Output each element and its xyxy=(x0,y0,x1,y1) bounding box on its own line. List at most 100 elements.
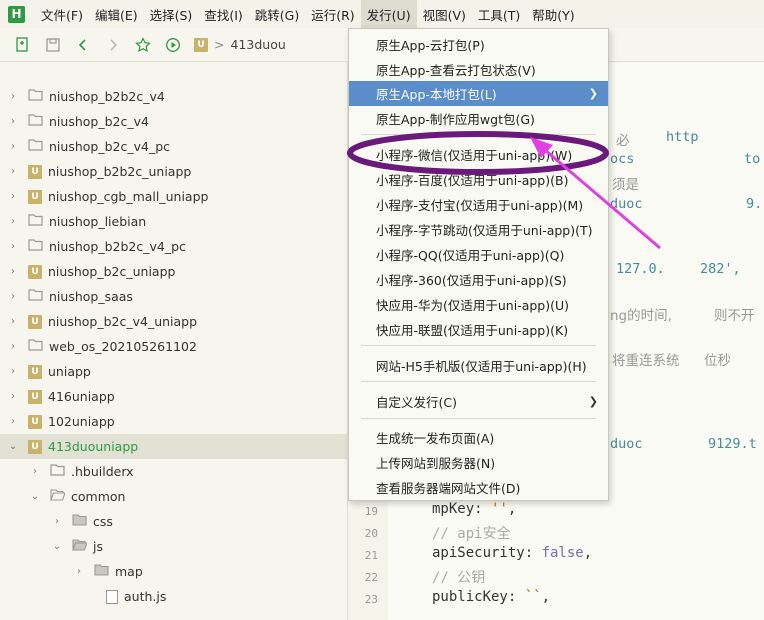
menu-item-quickapp-union[interactable]: 快应用-联盟(仅适用于uni-app)(K) xyxy=(349,317,608,342)
chevron-right-icon[interactable]: › xyxy=(52,516,62,527)
breadcrumb-project[interactable]: 413duou xyxy=(230,37,285,52)
tree-item[interactable]: › niushop_b2b2c_v4 xyxy=(0,84,347,109)
code-comment: // api安全 xyxy=(432,526,511,542)
menu-bar: H 文件(F) 编辑(E) 选择(S) 查找(I) 跳转(G) 运行(R) 发行… xyxy=(0,0,764,28)
breadcrumb-separator: > xyxy=(214,37,225,52)
chevron-right-icon[interactable]: › xyxy=(74,566,84,577)
chevron-right-icon[interactable]: › xyxy=(8,341,18,352)
menu-item-custom-publish[interactable]: 自定义发行(C) ❯ xyxy=(349,389,608,414)
menu-view[interactable]: 视图(V) xyxy=(417,0,472,28)
chevron-right-icon[interactable]: › xyxy=(8,416,18,427)
menu-item-mp-weixin[interactable]: 小程序-微信(仅适用于uni-app)(W) xyxy=(349,142,608,167)
tree-item[interactable]: › U niushop_cgb_mall_uniapp xyxy=(0,184,347,209)
menu-item-upload-website[interactable]: 上传网站到服务器(N) xyxy=(349,450,608,475)
menu-goto[interactable]: 跳转(G) xyxy=(249,0,305,28)
tree-item[interactable]: › map xyxy=(0,559,347,584)
tree-item[interactable]: › U niushop_b2c_uniapp xyxy=(0,259,347,284)
chevron-right-icon[interactable]: › xyxy=(8,366,18,377)
chevron-down-icon[interactable]: ⌄ xyxy=(52,541,62,552)
menu-item-h5[interactable]: 网站-H5手机版(仅适用于uni-app)(H) xyxy=(349,353,608,378)
menu-publish[interactable]: 发行(U) xyxy=(360,0,417,28)
tree-item[interactable]: › U niushop_b2b2c_uniapp xyxy=(0,159,347,184)
tree-item[interactable]: › U 102uniapp xyxy=(0,409,347,434)
menu-item-quickapp-huawei[interactable]: 快应用-华为(仅适用于uni-app)(U) xyxy=(349,292,608,317)
menu-item-mp-qq[interactable]: 小程序-QQ(仅适用于uni-app)(Q) xyxy=(349,242,608,267)
menu-find[interactable]: 查找(I) xyxy=(198,0,248,28)
line-number: 21 xyxy=(364,549,378,562)
new-file-button[interactable] xyxy=(8,30,38,60)
tree-item-label: uniapp xyxy=(48,364,91,379)
tree-item[interactable]: › niushop_b2c_v4 xyxy=(0,109,347,134)
menu-run[interactable]: 运行(R) xyxy=(305,0,360,28)
menu-item-native-cloud-package[interactable]: 原生App-云打包(P) xyxy=(349,32,608,57)
chevron-down-icon[interactable]: ⌄ xyxy=(30,491,40,502)
chevron-right-icon[interactable]: › xyxy=(30,466,40,477)
tree-item-label: js xyxy=(93,539,103,554)
menu-item-mp-toutiao[interactable]: 小程序-字节跳动(仅适用于uni-app)(T) xyxy=(349,217,608,242)
menu-tools[interactable]: 工具(T) xyxy=(472,0,526,28)
code-fragment: 将重连系统 xyxy=(612,353,680,369)
chevron-down-icon[interactable]: ⌄ xyxy=(8,441,18,452)
tree-item[interactable]: › U niushop_b2c_v4_uniapp xyxy=(0,309,347,334)
tree-item[interactable]: › .hbuilderx xyxy=(0,459,347,484)
code-colon: : xyxy=(507,589,525,605)
menu-item-label: 原生App-本地打包(L) xyxy=(376,87,497,102)
tree-item-label: auth.js xyxy=(124,589,167,604)
chevron-right-icon[interactable]: › xyxy=(8,316,18,327)
tree-item[interactable]: › web_os_202105261102 xyxy=(0,334,347,359)
chevron-right-icon[interactable]: › xyxy=(8,116,18,127)
menu-select[interactable]: 选择(S) xyxy=(144,0,199,28)
tree-item[interactable]: › niushop_b2c_v4_pc xyxy=(0,134,347,159)
menu-edit[interactable]: 编辑(E) xyxy=(89,0,144,28)
menu-item-native-local-package[interactable]: 原生App-本地打包(L) ❯ xyxy=(349,81,608,106)
menu-item-native-cloud-status[interactable]: 原生App-查看云打包状态(V) xyxy=(349,57,608,82)
tree-item[interactable]: › niushop_b2b2c_v4_pc xyxy=(0,234,347,259)
code-fragment: to xyxy=(744,151,761,167)
menu-item-native-wgt[interactable]: 原生App-制作应用wgt包(G) xyxy=(349,106,608,131)
menu-help[interactable]: 帮助(Y) xyxy=(526,0,580,28)
chevron-right-icon[interactable]: › xyxy=(8,91,18,102)
tree-item-label: niushop_b2c_uniapp xyxy=(48,264,176,279)
tree-item[interactable]: ⌄ js xyxy=(0,534,347,559)
menu-item-mp-baidu[interactable]: 小程序-百度(仅适用于uni-app)(B) xyxy=(349,167,608,192)
run-button[interactable] xyxy=(158,30,188,60)
chevron-right-icon[interactable]: › xyxy=(8,291,18,302)
menu-item-generate-publish-page[interactable]: 生成统一发布页面(A) xyxy=(349,425,608,450)
menu-file[interactable]: 文件(F) xyxy=(35,0,89,28)
menu-item-view-server-files[interactable]: 查看服务器端网站文件(D) xyxy=(349,475,608,500)
favorite-button[interactable] xyxy=(128,30,158,60)
menu-item-mp-360[interactable]: 小程序-360(仅适用于uni-app)(S) xyxy=(349,267,608,292)
menu-item-mp-alipay[interactable]: 小程序-支付宝(仅适用于uni-app)(M) xyxy=(349,192,608,217)
back-button[interactable] xyxy=(68,30,98,60)
tree-item[interactable]: › niushop_saas xyxy=(0,284,347,309)
star-icon xyxy=(135,36,151,52)
chevron-right-icon[interactable]: › xyxy=(8,391,18,402)
tree-item[interactable]: › U uniapp xyxy=(0,359,347,384)
tree-item-selected[interactable]: ⌄ U 413duouniapp xyxy=(0,434,347,459)
folder-icon xyxy=(28,339,43,354)
line-number: 22 xyxy=(364,571,378,584)
chevron-right-icon[interactable]: › xyxy=(8,241,18,252)
tree-item[interactable]: auth.js xyxy=(0,584,347,609)
chevron-right-icon[interactable]: › xyxy=(8,166,18,177)
forward-button[interactable] xyxy=(98,30,128,60)
uniapp-project-icon: U xyxy=(28,189,42,204)
save-icon xyxy=(46,37,60,52)
tree-item[interactable]: › U 416uniapp xyxy=(0,384,347,409)
submenu-arrow-icon: ❯ xyxy=(588,87,598,100)
folder-open-icon xyxy=(50,489,66,504)
tree-item[interactable]: › css xyxy=(0,509,347,534)
chevron-right-icon[interactable]: › xyxy=(8,216,18,227)
tree-item[interactable]: › niushop_liebian xyxy=(0,209,347,234)
chevron-right-icon[interactable]: › xyxy=(8,191,18,202)
menu-separator xyxy=(361,381,596,382)
save-button[interactable] xyxy=(38,30,68,60)
tree-item[interactable]: ⌄ common xyxy=(0,484,347,509)
code-fragment: 必 xyxy=(616,133,630,149)
code-value: `` xyxy=(524,589,542,605)
folder-icon xyxy=(28,239,43,254)
play-icon xyxy=(166,37,180,52)
tree-item-label: niushop_b2c_v4_pc xyxy=(49,139,171,154)
chevron-right-icon[interactable]: › xyxy=(8,141,18,152)
chevron-right-icon[interactable]: › xyxy=(8,266,18,277)
